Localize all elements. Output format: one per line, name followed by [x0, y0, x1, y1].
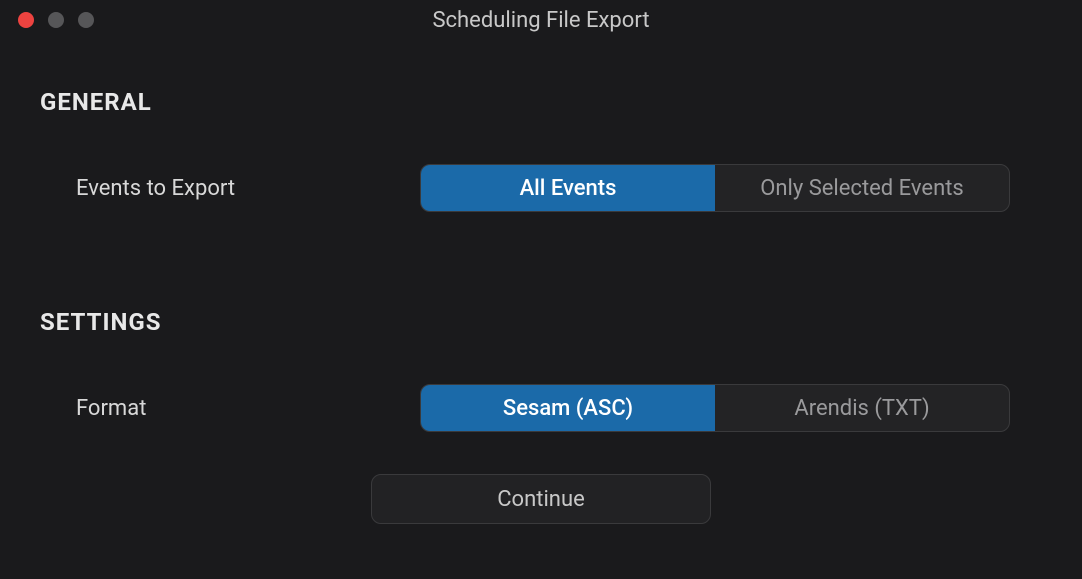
section-heading-general: GENERAL: [40, 88, 1042, 116]
dialog-content: GENERAL Events to Export All Events Only…: [0, 40, 1082, 524]
segment-format-sesam[interactable]: Sesam (ASC): [421, 385, 715, 431]
segment-only-selected-events[interactable]: Only Selected Events: [715, 165, 1009, 211]
segment-all-events[interactable]: All Events: [421, 165, 715, 211]
events-to-export-row: Events to Export All Events Only Selecte…: [40, 164, 1042, 212]
traffic-lights: [0, 12, 94, 28]
window-minimize-button[interactable]: [48, 12, 64, 28]
section-heading-settings: SETTINGS: [40, 308, 1042, 336]
continue-button[interactable]: Continue: [371, 474, 711, 524]
format-segmented: Sesam (ASC) Arendis (TXT): [420, 384, 1010, 432]
dialog-actions: Continue: [40, 474, 1042, 524]
window-title: Scheduling File Export: [432, 8, 649, 33]
events-to-export-segmented: All Events Only Selected Events: [420, 164, 1010, 212]
window-maximize-button[interactable]: [78, 12, 94, 28]
format-row: Format Sesam (ASC) Arendis (TXT): [40, 384, 1042, 432]
segment-format-arendis[interactable]: Arendis (TXT): [715, 385, 1009, 431]
format-label: Format: [40, 396, 420, 421]
window-close-button[interactable]: [18, 12, 34, 28]
window-titlebar: Scheduling File Export: [0, 0, 1082, 40]
events-to-export-label: Events to Export: [40, 176, 420, 201]
